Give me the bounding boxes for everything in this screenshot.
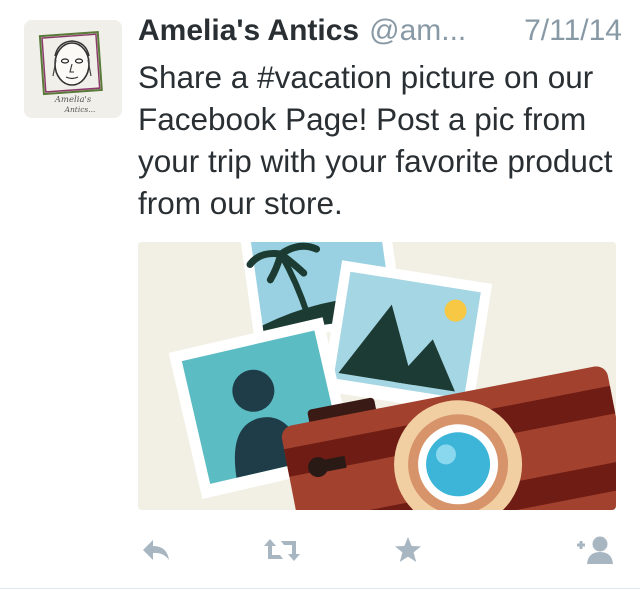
tweet-actions [0, 528, 640, 572]
avatar-caption-line1: Amelia's [54, 95, 92, 105]
tweet[interactable]: Amelia's Antics... Amelia's Antics @am..… [0, 0, 640, 590]
mountain-photo [321, 260, 493, 415]
avatar-caption-line2: Antics... [64, 105, 96, 114]
favorite-icon [395, 537, 421, 562]
reply-button[interactable] [136, 528, 176, 572]
follow-icon [577, 536, 613, 564]
tweet-text: Share a #vacation picture on our Faceboo… [138, 59, 613, 221]
user-handle[interactable]: @am... [369, 14, 512, 48]
retweet-icon [264, 539, 300, 561]
tweet-media-image[interactable] [138, 242, 616, 510]
avatar-image: Amelia's Antics... [24, 20, 122, 118]
profile-avatar[interactable]: Amelia's Antics... [24, 20, 122, 118]
tweet-header: Amelia's Antics @am... 7/11/14 [138, 14, 622, 58]
follow-button[interactable] [570, 528, 618, 572]
display-name[interactable]: Amelia's Antics [138, 14, 359, 48]
favorite-button[interactable] [390, 528, 426, 572]
retweet-button[interactable] [258, 528, 306, 572]
bottom-divider [0, 588, 640, 589]
tweet-date[interactable]: 7/11/14 [524, 14, 622, 48]
photos-and-camera-illustration [138, 242, 616, 510]
reply-icon [143, 540, 169, 560]
